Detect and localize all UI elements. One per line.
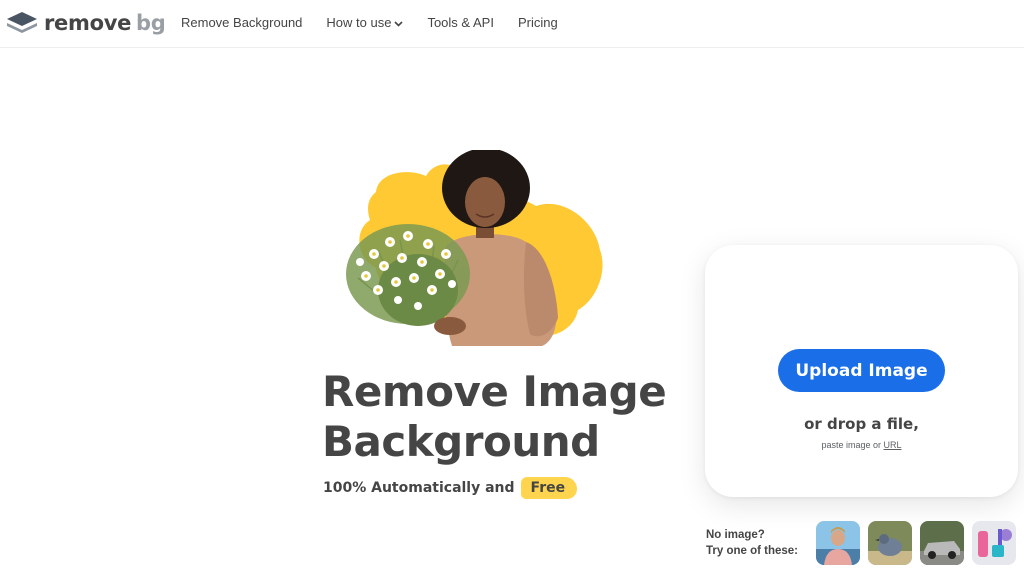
sample-image-bird[interactable] bbox=[868, 521, 912, 565]
nav-label: Pricing bbox=[517, 15, 558, 30]
nav-label: How to use bbox=[326, 15, 392, 30]
logo-text: remove bg bbox=[44, 11, 166, 35]
sample-prompt-line-2: Try one of these: bbox=[706, 545, 799, 557]
nav-label: Remove Background bbox=[181, 15, 303, 30]
url-link[interactable]: URL bbox=[884, 440, 902, 450]
chevron-down-icon bbox=[394, 15, 404, 30]
paste-hint: paste image or URL bbox=[705, 440, 1018, 450]
nav-tools-api[interactable]: Tools & API bbox=[427, 15, 493, 30]
nav-label: Tools & API bbox=[427, 15, 494, 30]
main-nav: Remove Background How to use Tools & API… bbox=[181, 15, 582, 30]
sample-image-car[interactable] bbox=[920, 521, 964, 565]
upload-card[interactable]: Upload Image or drop a file, paste image… bbox=[705, 245, 1018, 497]
sample-prompt: No image? Try one of these: bbox=[706, 527, 798, 559]
hero-image bbox=[338, 148, 610, 346]
logo-word-remove: remove bbox=[44, 11, 132, 35]
title-line-2: Background bbox=[322, 417, 600, 466]
upload-image-button[interactable]: Upload Image bbox=[778, 349, 945, 392]
sample-prompt-line-1: No image? bbox=[706, 529, 765, 541]
nav-pricing[interactable]: Pricing bbox=[518, 15, 558, 30]
nav-remove-background[interactable]: Remove Background bbox=[181, 15, 302, 30]
paste-hint-text: paste image or bbox=[821, 440, 884, 450]
page-title: Remove Image Background bbox=[322, 367, 722, 467]
logo-word-bg: bg bbox=[136, 11, 166, 35]
logo[interactable]: remove bg bbox=[6, 11, 166, 35]
free-badge: Free bbox=[520, 477, 578, 499]
sample-image-person[interactable] bbox=[816, 521, 860, 565]
page-subtitle: 100% Automatically and Free bbox=[323, 476, 578, 500]
drop-file-text: or drop a file, bbox=[804, 415, 919, 433]
title-line-1: Remove Image bbox=[322, 367, 667, 416]
subtitle-text: 100% Automatically and bbox=[323, 480, 515, 496]
top-navbar: remove bg Remove Background How to use To… bbox=[0, 0, 1024, 48]
sample-image-product[interactable] bbox=[972, 521, 1016, 565]
nav-how-to-use[interactable]: How to use bbox=[326, 15, 404, 30]
layers-logo-icon bbox=[6, 11, 38, 35]
